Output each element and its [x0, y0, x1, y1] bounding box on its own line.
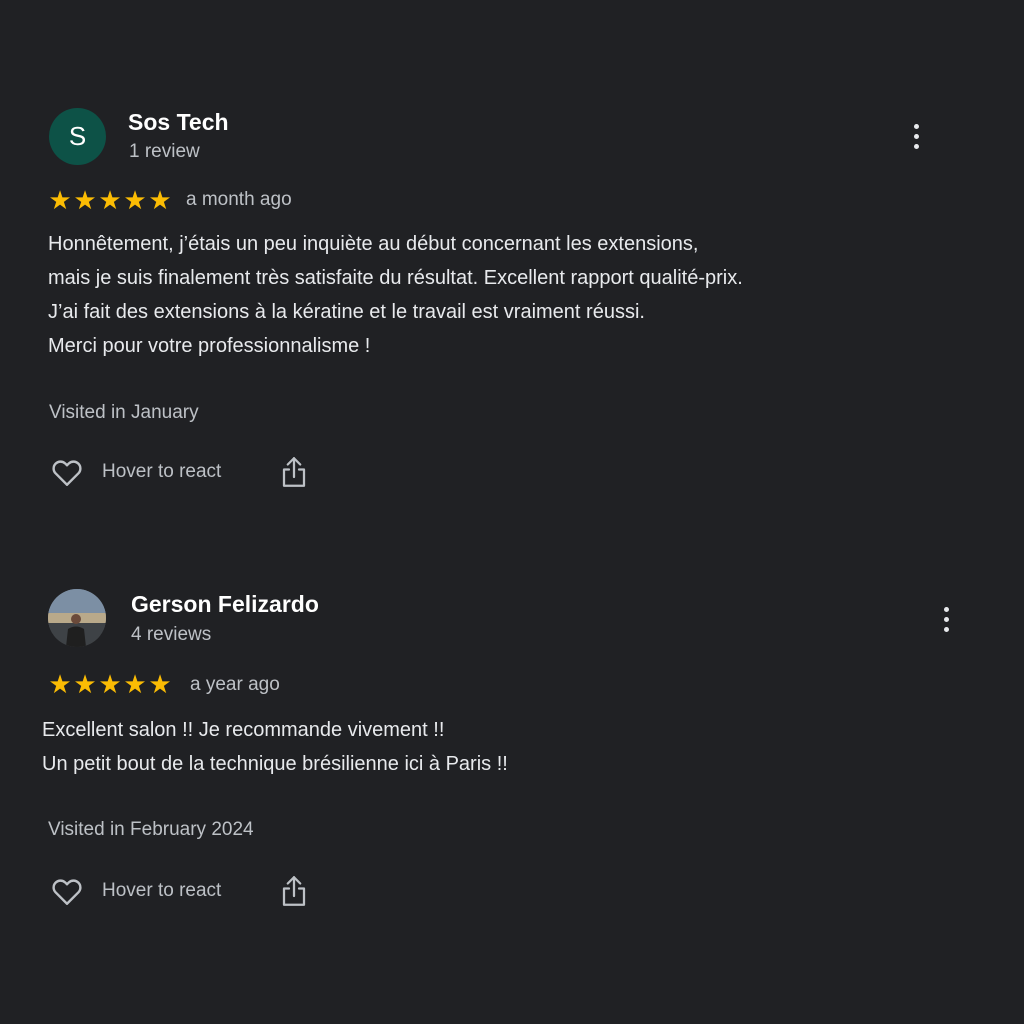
visited-date: Visited in January — [49, 402, 199, 423]
review-text-line: Merci pour votre professionnalisme ! — [48, 335, 371, 357]
avatar[interactable] — [48, 589, 106, 647]
share-button[interactable] — [279, 873, 309, 909]
star-icon: ★ — [73, 669, 97, 699]
review-text: Excellent salon !! Je recommande vivemen… — [42, 713, 508, 781]
review-text-line: mais je suis finalement très satisfaite … — [48, 267, 743, 289]
heart-outline-icon — [52, 460, 82, 486]
review-text-line: Un petit bout de la technique brésilienn… — [42, 753, 508, 775]
reviewer-review-count: 4 reviews — [131, 624, 212, 645]
review-text-line: Excellent salon !! Je recommande vivemen… — [42, 719, 445, 741]
share-icon — [283, 876, 306, 906]
reviewer-name[interactable]: Sos Tech — [128, 109, 229, 136]
reviewer-review-count: 1 review — [129, 141, 200, 162]
react-button[interactable]: Hover to react — [48, 873, 221, 909]
star-icon: ★ — [48, 669, 72, 699]
star-icon: ★ — [148, 669, 172, 699]
visited-date: Visited in February 2024 — [48, 819, 254, 840]
avatar-letter: S — [68, 121, 87, 151]
more-vertical-icon — [943, 606, 949, 612]
more-options-button[interactable] — [934, 601, 958, 637]
star-icon: ★ — [123, 669, 147, 699]
review-text-line: Honnêtement, j’étais un peu inquiète au … — [48, 233, 699, 255]
star-rating: ★ ★ ★ ★ ★ — [48, 671, 172, 697]
review-text: Honnêtement, j’étais un peu inquiète au … — [48, 227, 743, 363]
star-icon: ★ — [148, 185, 172, 215]
star-icon: ★ — [48, 185, 72, 215]
reviewer-name[interactable]: Gerson Felizardo — [131, 591, 319, 618]
react-label: Hover to react — [102, 880, 222, 901]
star-icon: ★ — [98, 185, 122, 215]
more-options-button[interactable] — [904, 118, 928, 154]
avatar-photo-icon — [48, 589, 106, 647]
review-time: a year ago — [190, 674, 280, 695]
review-actions: Hover to react — [48, 873, 309, 909]
star-icon: ★ — [123, 185, 147, 215]
star-icon: ★ — [98, 669, 122, 699]
star-icon: ★ — [73, 185, 97, 215]
more-vertical-icon — [913, 123, 919, 129]
star-rating: ★ ★ ★ ★ ★ — [48, 187, 172, 213]
avatar[interactable]: S — [49, 108, 106, 165]
share-button[interactable] — [279, 454, 309, 490]
review-actions: Hover to react — [48, 454, 309, 490]
react-button[interactable]: Hover to react — [48, 454, 221, 490]
react-label: Hover to react — [102, 461, 222, 482]
review-time: a month ago — [186, 189, 292, 210]
share-icon — [283, 457, 306, 487]
reviews-page: S Sos Tech 1 review ★ ★ ★ ★ ★ a month ag… — [0, 0, 1024, 1024]
heart-outline-icon — [52, 879, 82, 905]
review-text-line: J’ai fait des extensions à la kératine e… — [48, 301, 645, 323]
